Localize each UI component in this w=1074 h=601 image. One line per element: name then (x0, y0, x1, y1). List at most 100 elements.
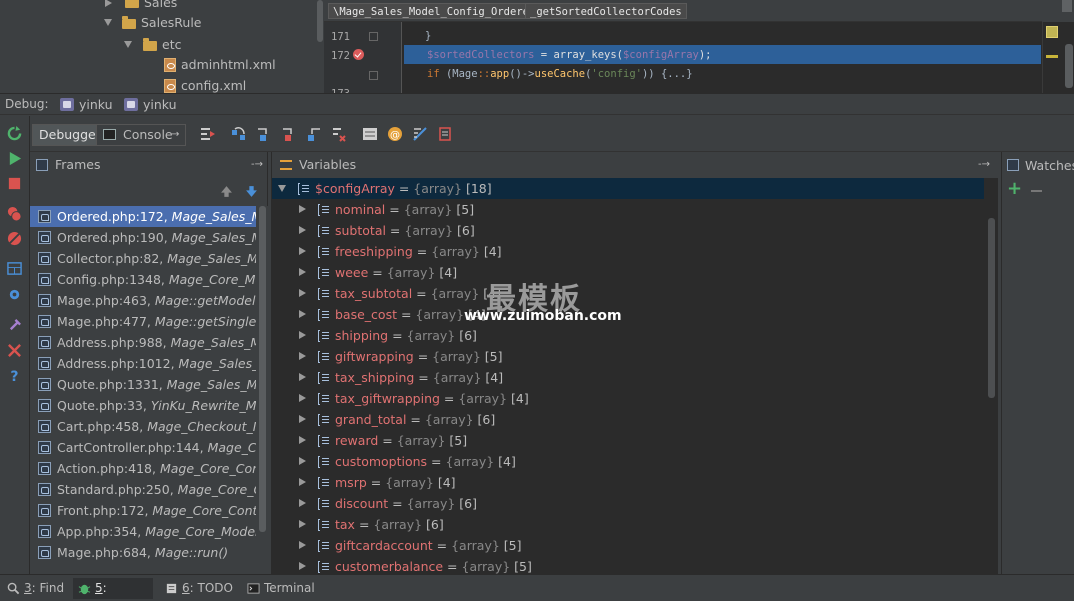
force-step-into-icon[interactable] (281, 126, 297, 142)
mute-breakpoints-icon[interactable] (7, 231, 22, 246)
expand-arrow-icon[interactable] (299, 247, 306, 255)
help-icon[interactable]: ? (7, 368, 22, 383)
layout-icon[interactable] (7, 261, 22, 276)
view-breakpoints-icon[interactable] (7, 206, 22, 221)
collapse-arrow-icon[interactable] (278, 185, 286, 192)
frame-row[interactable]: Collector.php:82, Mage_Sales_Mc (30, 248, 256, 269)
expand-arrow-icon[interactable] (299, 415, 306, 423)
debug-session-tab[interactable]: yinku (143, 97, 177, 112)
variable-row[interactable]: discount = {array} [6] (272, 493, 984, 514)
pin-arrow-icon[interactable]: -→ (978, 152, 990, 178)
evaluate-expression-icon[interactable] (362, 126, 378, 142)
step-over-icon[interactable] (231, 126, 247, 142)
expand-arrow-icon[interactable] (299, 331, 306, 339)
frame-row[interactable]: Front.php:172, Mage_Core_Contro (30, 500, 256, 521)
variable-row[interactable]: giftwrapping = {array} [5] (272, 346, 984, 367)
code-editor[interactable]: \Mage_Sales_Model_Config_Ordered _getSor… (324, 0, 1074, 93)
pin-tab-icon[interactable] (7, 318, 22, 333)
variable-row[interactable]: msrp = {array} [4] (272, 472, 984, 493)
variable-row[interactable]: subtotal = {array} [6] (272, 220, 984, 241)
frame-row[interactable]: Address.php:988, Mage_Sales_M (30, 332, 256, 353)
expand-arrow-icon[interactable] (299, 457, 306, 465)
frame-row[interactable]: Ordered.php:172, Mage_Sales_M (30, 206, 256, 227)
frame-row[interactable]: Action.php:418, Mage_Core_Conti (30, 458, 256, 479)
variables-tree[interactable]: $configArray = {array} [18] nominal = {a… (272, 178, 984, 574)
trace-icon[interactable] (412, 126, 428, 142)
frame-row[interactable]: App.php:354, Mage_Core_Model_ (30, 521, 256, 542)
variables-scrollbar[interactable] (984, 178, 998, 574)
variable-row[interactable]: tax_shipping = {array} [4] (272, 367, 984, 388)
variable-row[interactable]: nominal = {array} [5] (272, 199, 984, 220)
variable-root-row[interactable]: $configArray = {array} [18] (272, 178, 984, 199)
scroll-thumb[interactable] (259, 206, 266, 532)
variable-row[interactable]: reward = {array} [5] (272, 430, 984, 451)
tree-item-sales[interactable]: Sales (144, 0, 177, 13)
show-execution-point-icon[interactable] (200, 126, 216, 142)
fold-marker-icon[interactable] (369, 71, 378, 80)
frame-row[interactable]: Cart.php:458, Mage_Checkout_Mc (30, 416, 256, 437)
tree-item-adminhtml-xml[interactable]: adminhtml.xml (181, 55, 276, 75)
tab-find[interactable]: 3: Find (2, 578, 69, 599)
expand-arrow-icon[interactable] (299, 352, 306, 360)
step-into-icon[interactable] (256, 126, 272, 142)
expand-arrow-icon[interactable] (299, 541, 306, 549)
expand-arrow-icon[interactable] (299, 373, 306, 381)
tab-terminal[interactable]: Terminal (242, 578, 320, 599)
expand-arrow-icon[interactable] (105, 0, 112, 7)
arrow-up-icon[interactable] (220, 185, 233, 198)
editor-scrollbar[interactable] (1042, 22, 1074, 93)
frames-scrollbar[interactable] (256, 206, 268, 574)
close-icon[interactable] (7, 343, 22, 358)
stop-icon[interactable] (7, 176, 22, 191)
warning-marker-icon[interactable] (1046, 26, 1058, 38)
expand-arrow-icon[interactable] (299, 562, 306, 570)
remove-watch-icon[interactable] (1031, 190, 1042, 192)
tab-todo[interactable]: 6: TODO (160, 578, 238, 599)
frame-row[interactable]: Config.php:1348, Mage_Core_Mo (30, 269, 256, 290)
expand-arrow-icon[interactable] (299, 520, 306, 528)
resume-icon[interactable] (7, 151, 22, 166)
variable-row[interactable]: customoptions = {array} [4] (272, 451, 984, 472)
frames-list[interactable]: Ordered.php:172, Mage_Sales_M Ordered.php… (30, 206, 256, 574)
frame-row[interactable]: Mage.php:684, Mage::run() (30, 542, 256, 563)
variable-row[interactable]: tax = {array} [6] (272, 514, 984, 535)
expand-arrow-icon[interactable] (299, 268, 306, 276)
expand-arrow-icon[interactable] (299, 310, 306, 318)
step-out-icon[interactable] (306, 126, 322, 142)
arrow-down-icon[interactable] (245, 185, 258, 198)
watch-at-icon[interactable]: @ (387, 126, 403, 142)
expand-arrow-icon[interactable] (299, 499, 306, 507)
settings-gear-icon[interactable] (7, 287, 22, 302)
scroll-thumb[interactable] (1065, 44, 1073, 88)
frame-row[interactable]: Mage.php:463, Mage::getModel( (30, 290, 256, 311)
variable-row[interactable]: customerbalance = {array} [5] (272, 556, 984, 574)
tree-item-etc[interactable]: etc (162, 35, 181, 55)
add-watch-icon[interactable]: + (1007, 180, 1022, 198)
expand-arrow-icon[interactable] (299, 205, 306, 213)
breadcrumb-class[interactable]: \Mage_Sales_Model_Config_Ordered (328, 3, 541, 19)
pin-arrow-icon[interactable]: → (171, 125, 179, 145)
expand-arrow-icon[interactable] (299, 394, 306, 402)
scroll-thumb[interactable] (988, 218, 995, 398)
expand-arrow-icon[interactable] (299, 289, 306, 297)
tab-console[interactable]: Console → (96, 124, 186, 146)
scroll-thumb[interactable] (317, 0, 323, 42)
collapse-arrow-icon[interactable] (104, 19, 112, 26)
scroll-thumb[interactable] (1062, 0, 1072, 12)
frame-row[interactable]: Standard.php:250, Mage_Core_Cc (30, 479, 256, 500)
variable-row[interactable]: weee = {array} [4] (272, 262, 984, 283)
frame-row[interactable]: CartController.php:144, Mage_Ch (30, 437, 256, 458)
frame-row[interactable]: Mage.php:477, Mage::getSingletc (30, 311, 256, 332)
frame-row[interactable]: Ordered.php:190, Mage_Sales_M (30, 227, 256, 248)
breadcrumb-method[interactable]: _getSortedCollectorCodes (525, 3, 687, 19)
rerun-icon[interactable] (7, 126, 22, 141)
tree-item-salesrule[interactable]: SalesRule (141, 13, 201, 33)
variable-row[interactable]: tax_subtotal = {array} [4] (272, 283, 984, 304)
tree-item-config-xml[interactable]: config.xml (181, 76, 246, 93)
pin-arrow-icon[interactable]: -→ (251, 152, 263, 178)
tree-scrollbar[interactable] (316, 0, 324, 93)
expand-arrow-icon[interactable] (299, 478, 306, 486)
fold-marker-icon[interactable] (369, 32, 378, 41)
variable-row[interactable]: base_cost = {array} [4] (272, 304, 984, 325)
clear-icon[interactable] (437, 126, 453, 142)
